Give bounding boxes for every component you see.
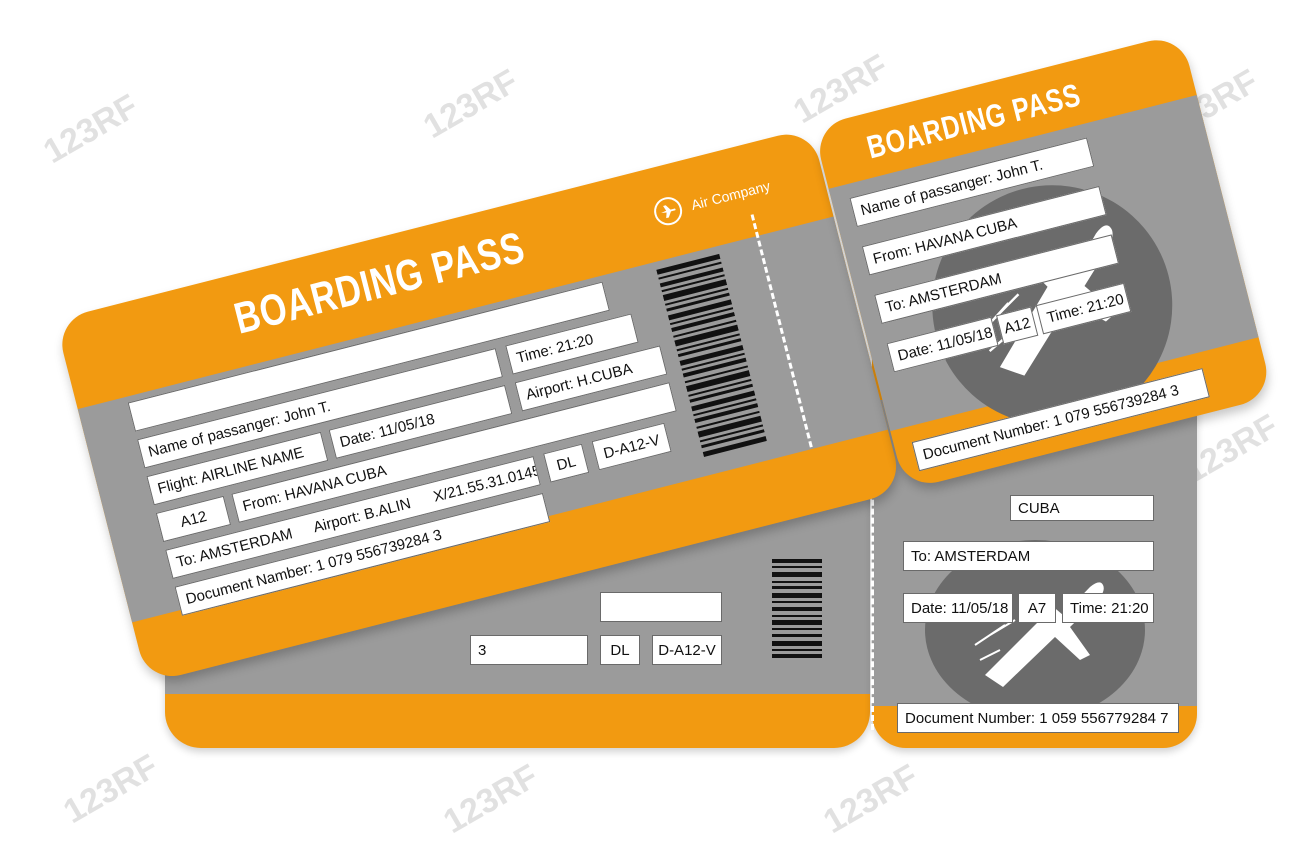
back-stub-date-text: Date: 11/05/18	[911, 599, 1009, 617]
watermark: 123RF	[57, 747, 165, 832]
back-stub-seat-text: A7	[1027, 599, 1047, 617]
watermark: 123RF	[817, 757, 925, 842]
back-stub-document-text: Document Number: 1 059 556779284 7	[905, 709, 1169, 727]
watermark: 123RF	[417, 62, 525, 147]
back-field-document-text: 3	[478, 641, 487, 659]
back-field-blank	[600, 592, 722, 622]
back-barcode	[772, 559, 822, 658]
boarding-pass-illustration: 123RF 123RF 123RF 123RF 123RF 123RF 123R…	[0, 0, 1300, 841]
back-stub-from: CUBA	[1010, 495, 1154, 521]
back-field-gate-text: D-A12-V	[658, 641, 716, 659]
airplane-icon	[974, 582, 1104, 687]
back-stub-from-text: CUBA	[1018, 499, 1060, 517]
front-stub-seat-text: A12	[1002, 313, 1033, 338]
back-field-document: 3	[470, 635, 588, 665]
back-stub-document: Document Number: 1 059 556779284 7	[897, 703, 1179, 733]
watermark: 123RF	[437, 757, 545, 842]
back-stub-to: To: AMSTERDAM	[903, 541, 1154, 571]
front-field-seat-text: A12	[178, 507, 209, 531]
back-stub-seat: A7	[1018, 593, 1056, 623]
watermark: 123RF	[37, 87, 145, 172]
back-stub-time: Time: 21:20	[1062, 593, 1154, 623]
back-field-gate: D-A12-V	[652, 635, 722, 665]
back-field-dl: DL	[600, 635, 640, 665]
back-stub-time-text: Time: 21:20	[1070, 599, 1149, 617]
back-field-dl-text: DL	[610, 641, 630, 659]
front-field-dl-text: DL	[554, 452, 578, 474]
airplane-icon	[661, 205, 676, 219]
back-stub-date: Date: 11/05/18	[903, 593, 1013, 623]
back-stub-to-text: To: AMSTERDAM	[911, 547, 1031, 565]
